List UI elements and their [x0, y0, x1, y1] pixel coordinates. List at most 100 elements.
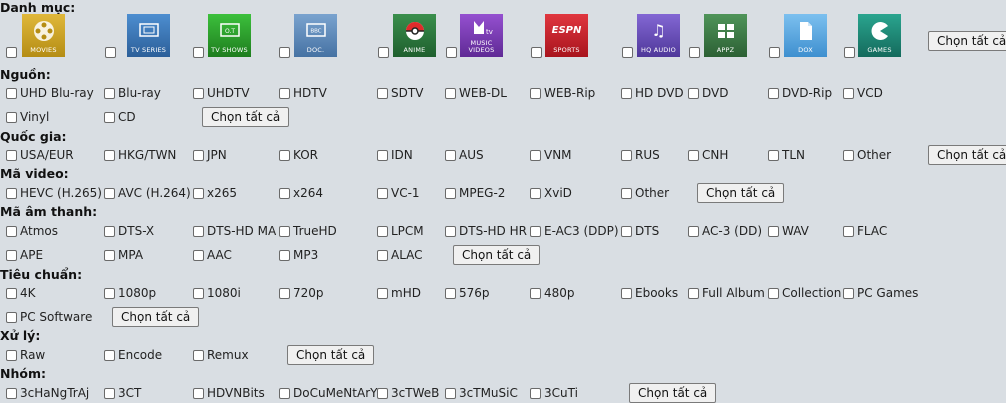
audio-option[interactable]: TrueHD [279, 223, 337, 239]
source-select-all-button[interactable]: Chọn tất cả [202, 107, 290, 127]
processing-option[interactable]: Encode [104, 347, 162, 363]
category-tile-anime[interactable]: ANIME [393, 14, 436, 57]
checkbox[interactable] [688, 225, 699, 237]
checkbox[interactable] [104, 149, 115, 161]
category-checkbox[interactable] [531, 47, 542, 58]
category-checkbox[interactable] [279, 47, 290, 58]
group-select-all-button[interactable]: Chọn tất cả [629, 383, 717, 403]
source-option[interactable]: UHDTV [193, 85, 250, 101]
checkbox[interactable] [377, 149, 388, 161]
category-checkbox[interactable] [446, 47, 457, 58]
group-option[interactable]: 3CT [104, 385, 141, 401]
category-tile-dox[interactable]: DOX [784, 14, 827, 57]
group-option[interactable]: 3cHaNgTrAj [6, 385, 89, 401]
category-checkbox[interactable] [105, 47, 116, 58]
category-checkbox[interactable] [193, 47, 204, 58]
video-option[interactable]: MPEG-2 [445, 185, 505, 201]
category-tile-hq-audio[interactable]: ♫ HQ AUDIO [637, 14, 680, 57]
checkbox[interactable] [193, 349, 204, 361]
checkbox[interactable] [193, 287, 204, 299]
checkbox[interactable] [104, 187, 115, 199]
audio-select-all-button[interactable]: Chọn tất cả [453, 245, 541, 265]
source-option[interactable]: WEB-Rip [530, 85, 595, 101]
checkbox[interactable] [279, 387, 290, 399]
category-tile-tv-series[interactable]: TV SERIES [127, 14, 170, 57]
category-checkbox[interactable] [769, 47, 780, 58]
source-option[interactable]: VCD [843, 85, 883, 101]
checkbox[interactable] [843, 149, 854, 161]
category-tile-movies[interactable]: MOVIES [22, 14, 65, 57]
checkbox[interactable] [279, 87, 290, 99]
category-checkbox[interactable] [689, 47, 700, 58]
source-option[interactable]: SDTV [377, 85, 423, 101]
audio-option[interactable]: MP3 [279, 247, 318, 263]
checkbox[interactable] [193, 225, 204, 237]
standard-select-all-button[interactable]: Chọn tất cả [112, 307, 200, 327]
video-option[interactable]: AVC (H.264) [104, 185, 191, 201]
audio-option[interactable]: DTS-HD MA [193, 223, 276, 239]
checkbox[interactable] [104, 111, 115, 123]
checkbox[interactable] [193, 187, 204, 199]
checkbox[interactable] [6, 111, 17, 123]
checkbox[interactable] [445, 87, 456, 99]
standard-option[interactable]: 576p [445, 285, 490, 301]
checkbox[interactable] [279, 249, 290, 261]
video-option[interactable]: VC-1 [377, 185, 420, 201]
checkbox[interactable] [621, 187, 632, 199]
checkbox[interactable] [104, 287, 115, 299]
source-option[interactable]: DVD [688, 85, 728, 101]
checkbox[interactable] [279, 149, 290, 161]
checkbox[interactable] [377, 249, 388, 261]
standard-option[interactable]: 1080i [193, 285, 241, 301]
audio-option[interactable]: MPA [104, 247, 143, 263]
checkbox[interactable] [6, 149, 17, 161]
checkbox[interactable] [104, 225, 115, 237]
audio-option[interactable]: LPCM [377, 223, 424, 239]
category-checkbox[interactable] [378, 47, 389, 58]
source-option[interactable]: DVD-Rip [768, 85, 832, 101]
standard-option[interactable]: Collection [768, 285, 841, 301]
country-option[interactable]: CNH [688, 147, 728, 163]
checkbox[interactable] [6, 287, 17, 299]
standard-option[interactable]: 480p [530, 285, 575, 301]
category-tile-tv-shows[interactable]: O.T TV SHOWS [208, 14, 251, 57]
checkbox[interactable] [530, 387, 541, 399]
source-option[interactable]: UHD Blu-ray [6, 85, 94, 101]
category-select-all-button[interactable]: Chọn tất cả [928, 31, 1006, 51]
audio-option[interactable]: E-AC3 (DDP) [530, 223, 619, 239]
group-option[interactable]: 3cTWeB [377, 385, 439, 401]
checkbox[interactable] [193, 87, 204, 99]
video-option[interactable]: x264 [279, 185, 323, 201]
checkbox[interactable] [6, 387, 17, 399]
checkbox[interactable] [377, 87, 388, 99]
country-option[interactable]: HKG/TWN [104, 147, 176, 163]
category-tile-doc[interactable]: BBC DOC. [294, 14, 337, 57]
checkbox[interactable] [193, 249, 204, 261]
source-option[interactable]: HD DVD [621, 85, 684, 101]
checkbox[interactable] [445, 387, 456, 399]
checkbox[interactable] [768, 149, 779, 161]
checkbox[interactable] [621, 287, 632, 299]
checkbox[interactable] [530, 87, 541, 99]
audio-option[interactable]: Atmos [6, 223, 58, 239]
audio-option[interactable]: ALAC [377, 247, 423, 263]
video-select-all-button[interactable]: Chọn tất cả [697, 183, 785, 203]
checkbox[interactable] [688, 149, 699, 161]
source-option[interactable]: Blu-ray [104, 85, 161, 101]
audio-option[interactable]: FLAC [843, 223, 887, 239]
standard-option[interactable]: 720p [279, 285, 324, 301]
checkbox[interactable] [621, 225, 632, 237]
video-option[interactable]: x265 [193, 185, 237, 201]
checkbox[interactable] [843, 225, 854, 237]
checkbox[interactable] [843, 87, 854, 99]
audio-option[interactable]: AAC [193, 247, 232, 263]
checkbox[interactable] [530, 149, 541, 161]
checkbox[interactable] [377, 187, 388, 199]
group-option[interactable]: 3cTMuSiC [445, 385, 518, 401]
group-option[interactable]: HDVNBits [193, 385, 265, 401]
video-option[interactable]: HEVC (H.265) [6, 185, 102, 201]
checkbox[interactable] [6, 87, 17, 99]
country-select-all-button[interactable]: Chọn tất cả [928, 145, 1006, 165]
group-option[interactable]: DoCuMeNtArY [279, 385, 377, 401]
checkbox[interactable] [6, 349, 17, 361]
